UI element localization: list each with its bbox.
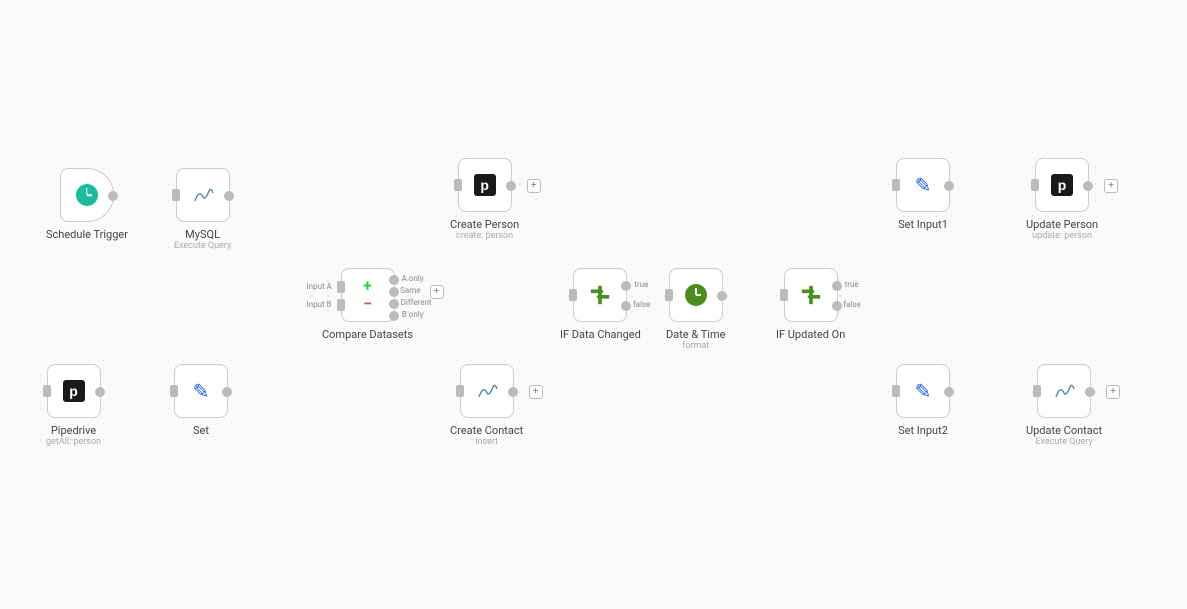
pipedrive-icon: p <box>472 172 498 198</box>
node-sublabel: create: person <box>456 231 513 241</box>
workflow-canvas[interactable]: Schedule Trigger MySQL Execute Query p P… <box>0 0 1187 609</box>
node-label: Set Input1 <box>898 218 948 231</box>
node-label: Update Contact <box>1026 424 1102 437</box>
node-label: Pipedrive <box>51 424 96 437</box>
node-label: IF Data Changed <box>560 328 641 341</box>
port-label: true <box>845 280 859 289</box>
mysql-icon <box>474 378 500 404</box>
mysql-icon <box>1051 378 1077 404</box>
node-set-input2[interactable]: ✎ Set Input2 <box>896 364 950 437</box>
node-create-person[interactable]: p + Create Person create: person <box>450 158 519 241</box>
node-pipedrive[interactable]: p Pipedrive getAll: person <box>46 364 101 447</box>
signpost-icon <box>587 282 613 308</box>
pen-icon: ✎ <box>188 378 214 404</box>
add-button[interactable]: + <box>430 285 444 299</box>
clock-icon <box>74 182 100 208</box>
node-schedule-trigger[interactable]: Schedule Trigger <box>46 168 128 241</box>
node-sublabel: update: person <box>1032 231 1092 241</box>
signpost-icon <box>798 282 824 308</box>
node-date-time[interactable]: Date & Time format <box>666 268 725 351</box>
node-update-person[interactable]: p + Update Person update: person <box>1026 158 1098 241</box>
node-label: Set <box>193 424 209 437</box>
node-create-contact[interactable]: + Create Contact Insert <box>450 364 523 447</box>
node-sublabel: Insert <box>475 437 498 447</box>
node-label: Update Person <box>1026 218 1098 231</box>
pen-icon: ✎ <box>910 378 936 404</box>
add-button[interactable]: + <box>1104 179 1118 193</box>
port-label: Same <box>400 286 420 295</box>
node-label: IF Updated On <box>776 328 845 341</box>
add-button[interactable]: + <box>1106 385 1120 399</box>
node-label: Compare Datasets <box>322 328 413 341</box>
node-label: Date & Time <box>666 328 725 341</box>
node-sublabel: Execute Query <box>174 241 231 251</box>
port-label: B only <box>402 310 424 319</box>
node-label: MySQL <box>185 228 220 241</box>
pen-icon: ✎ <box>910 172 936 198</box>
node-compare-datasets[interactable]: +− Input A Input B A only Same + Differe… <box>322 268 413 341</box>
add-button[interactable]: + <box>529 385 543 399</box>
node-mysql[interactable]: MySQL Execute Query <box>174 168 231 251</box>
pipedrive-icon: p <box>1049 172 1075 198</box>
node-label: Create Contact <box>450 424 523 437</box>
add-button[interactable]: + <box>527 179 541 193</box>
node-label: Set Input2 <box>898 424 948 437</box>
node-label: Schedule Trigger <box>46 228 128 241</box>
node-set-input1[interactable]: ✎ Set Input1 <box>896 158 950 231</box>
node-set[interactable]: ✎ Set <box>174 364 228 437</box>
node-if-updated-on[interactable]: true false IF Updated On <box>776 268 845 341</box>
mysql-icon <box>190 182 216 208</box>
port-label: true <box>634 280 648 289</box>
port-label: Input A <box>307 282 332 291</box>
port-label: false <box>843 300 860 309</box>
connectors <box>0 0 300 150</box>
clock-icon <box>683 282 709 308</box>
node-sublabel: format <box>682 341 709 351</box>
compare-icon: +− <box>355 282 381 308</box>
node-sublabel: getAll: person <box>46 437 101 447</box>
port-label: Different <box>401 298 432 307</box>
pipedrive-icon: p <box>61 378 87 404</box>
node-update-contact[interactable]: + Update Contact Execute Query <box>1026 364 1102 447</box>
port-label: A only <box>402 274 424 283</box>
node-if-data-changed[interactable]: true false IF Data Changed <box>560 268 641 341</box>
node-label: Create Person <box>450 218 519 231</box>
node-sublabel: Execute Query <box>1035 437 1092 447</box>
port-label: Input B <box>307 300 332 309</box>
port-label: false <box>633 300 650 309</box>
